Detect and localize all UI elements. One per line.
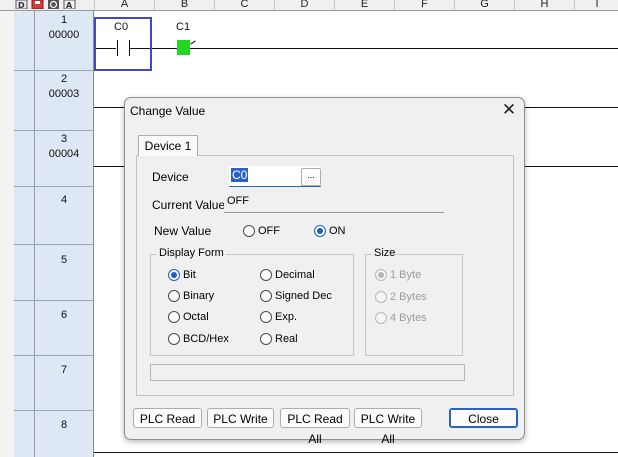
plc-write-button[interactable]: PLC Write xyxy=(207,408,274,428)
plc-read-button[interactable]: PLC Read xyxy=(133,408,202,428)
column-header[interactable]: A xyxy=(94,0,154,10)
row-step-number: 7 xyxy=(60,364,68,376)
plc-write-all-button[interactable]: PLC Write All xyxy=(354,408,422,446)
coil-label: C1 xyxy=(176,21,191,33)
display-bit-label[interactable]: Bit xyxy=(183,269,196,281)
current-value-label: Current Value xyxy=(152,198,226,212)
display-form-group: Display Form xyxy=(150,247,354,356)
font-icon[interactable]: A xyxy=(63,0,77,9)
save-icon[interactable] xyxy=(31,0,45,9)
size-1-byte-radio[interactable] xyxy=(375,269,387,281)
status-field xyxy=(150,364,465,381)
left-scroll-pane[interactable] xyxy=(0,11,15,457)
row-header-column: 1 00000 2 00003 3 00004 4 5 6 7 8 xyxy=(35,11,94,457)
column-header[interactable]: D xyxy=(274,0,334,10)
display-octal-radio[interactable] xyxy=(168,311,180,323)
column-header[interactable]: G xyxy=(454,0,514,10)
display-octal-label[interactable]: Octal xyxy=(183,311,209,323)
svg-text:D: D xyxy=(18,1,25,9)
step-column xyxy=(14,11,35,457)
close-button[interactable]: Close xyxy=(449,408,518,428)
row-divider xyxy=(14,410,94,411)
contact-label: C0 xyxy=(114,21,129,33)
plc-read-all-button[interactable]: PLC Read All xyxy=(280,408,350,446)
row-divider xyxy=(14,300,94,301)
display-signed-dec-radio[interactable] xyxy=(260,290,272,302)
change-value-dialog: Change Value ✕ Device 1 Device C0 ... Cu… xyxy=(124,97,525,446)
size-1-byte-label[interactable]: 1 Byte xyxy=(390,269,421,281)
row-divider xyxy=(14,70,94,71)
display-real-label[interactable]: Real xyxy=(275,333,298,345)
column-header[interactable]: E xyxy=(334,0,394,10)
new-value-on-radio[interactable] xyxy=(314,225,326,237)
row-divider xyxy=(14,355,94,356)
coil-output[interactable] xyxy=(177,40,190,55)
size-title: Size xyxy=(372,247,398,259)
column-header-bar: A B C D E F G H I xyxy=(94,0,618,11)
display-bcd-hex-label[interactable]: BCD/Hex xyxy=(183,333,229,345)
display-bcd-hex-radio[interactable] xyxy=(168,333,180,345)
display-decimal-label[interactable]: Decimal xyxy=(275,269,315,281)
display-binary-label[interactable]: Binary xyxy=(183,290,214,302)
row-step-number: 8 xyxy=(60,419,68,431)
size-2-bytes-radio[interactable] xyxy=(375,291,387,303)
dialog-title: Change Value xyxy=(130,104,206,118)
device-label: Device xyxy=(152,170,189,184)
new-value-label: New Value xyxy=(154,224,212,238)
display-decimal-radio[interactable] xyxy=(260,269,272,281)
contact-left-bar[interactable] xyxy=(117,40,118,56)
column-header[interactable]: C xyxy=(214,0,274,10)
tab-device-1[interactable]: Device 1 xyxy=(138,135,198,156)
column-header[interactable]: I xyxy=(574,0,618,10)
current-value: OFF xyxy=(227,195,249,207)
new-value-off-radio[interactable] xyxy=(243,225,255,237)
svg-text:A: A xyxy=(66,1,73,9)
column-header[interactable]: H xyxy=(514,0,574,10)
row-address: 00004 xyxy=(48,148,80,160)
rung-line xyxy=(130,48,618,49)
display-bit-radio[interactable] xyxy=(168,269,180,281)
row-step-number: 2 xyxy=(60,73,68,85)
row-divider xyxy=(14,244,94,245)
delete-icon[interactable]: D xyxy=(15,0,29,9)
display-form-title: Display Form xyxy=(157,247,226,259)
current-value-field: OFF xyxy=(224,194,444,213)
row-divider xyxy=(14,130,94,131)
open-icon[interactable] xyxy=(47,0,61,9)
close-icon[interactable]: ✕ xyxy=(498,100,520,120)
size-4-bytes-radio[interactable] xyxy=(375,312,387,324)
display-real-radio[interactable] xyxy=(260,333,272,345)
row-address: 00003 xyxy=(48,88,80,100)
column-header[interactable]: F xyxy=(394,0,454,10)
display-exp-radio[interactable] xyxy=(260,311,272,323)
rung-line xyxy=(94,452,618,453)
browse-button[interactable]: ... xyxy=(301,168,321,186)
row-step-number: 5 xyxy=(60,254,68,266)
column-header[interactable]: B xyxy=(154,0,214,10)
display-exp-label[interactable]: Exp. xyxy=(275,311,297,323)
row-address: 00000 xyxy=(48,29,80,41)
device-value[interactable]: C0 xyxy=(231,168,249,182)
size-2-bytes-label[interactable]: 2 Bytes xyxy=(390,291,427,303)
device-input[interactable]: C0 ... xyxy=(229,166,321,187)
row-divider xyxy=(14,186,94,187)
row-step-number: 3 xyxy=(60,133,68,145)
row-step-number: 6 xyxy=(60,309,68,321)
new-value-off-label[interactable]: OFF xyxy=(258,225,280,237)
size-4-bytes-label[interactable]: 4 Bytes xyxy=(390,312,427,324)
display-binary-radio[interactable] xyxy=(168,290,180,302)
coil-slash xyxy=(190,40,196,45)
row-step-number: 4 xyxy=(60,194,68,206)
display-signed-dec-label[interactable]: Signed Dec xyxy=(275,290,332,302)
new-value-on-label[interactable]: ON xyxy=(329,225,346,237)
contact-right-bar[interactable] xyxy=(129,40,130,56)
row-step-number: 1 xyxy=(60,14,68,26)
toolbar-strip: D A xyxy=(0,0,94,11)
